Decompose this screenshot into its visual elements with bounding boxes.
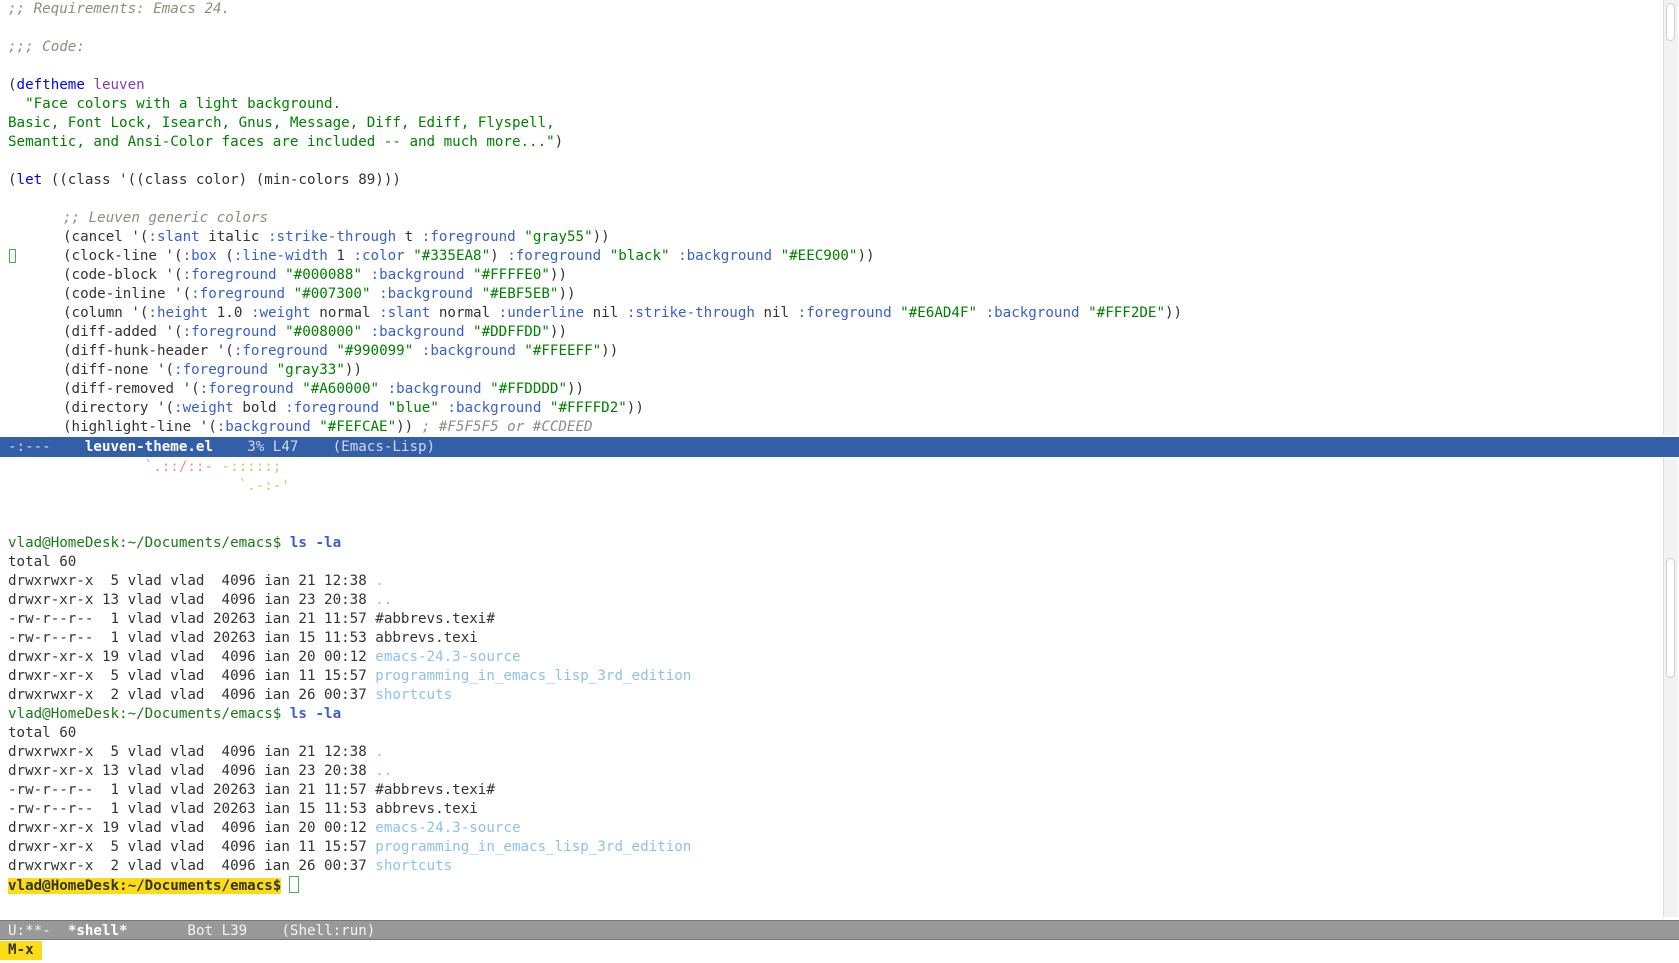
- file-name[interactable]: abbrevs.texi: [375, 630, 478, 646]
- listing-row: -rw-r--r-- 1 vlad vlad 20263 ian 21 11:5…: [8, 782, 495, 798]
- editor-scroll-thumb[interactable]: [1666, 3, 1675, 41]
- code-line: (diff-none '(:foreground "gray33")): [63, 362, 362, 378]
- editor-mode-line: -:--- leuven-theme.el 3% L47 (Emacs-Lisp…: [0, 437, 1679, 457]
- code-line: (directory '(:weight bold :foreground "b…: [63, 400, 644, 416]
- listing-row: drwxrwxr-x 2 vlad vlad 4096 ian 26 00:37…: [8, 858, 453, 874]
- file-name[interactable]: abbrevs.texi: [375, 801, 478, 817]
- code-line: (cancel '(:slant italic :strike-through …: [63, 229, 610, 245]
- directory-name[interactable]: ..: [375, 592, 392, 608]
- code-line: (code-block '(:foreground "#000088" :bac…: [63, 267, 568, 283]
- listing-row: -rw-r--r-- 1 vlad vlad 20263 ian 21 11:5…: [8, 611, 495, 627]
- ascii-art-line: `.::/::- -:::::;: [144, 459, 282, 475]
- shell-prompt-line[interactable]: vlad@HomeDesk:~/Documents/emacs$: [0, 876, 1663, 895]
- comment-line: ;; Leuven generic colors: [63, 210, 268, 226]
- command-output: vlad@HomeDesk:~/Documents/emacs$ ls -la t…: [0, 534, 1663, 705]
- listing-row: drwxrwxr-x 5 vlad vlad 4096 ian 21 12:38…: [8, 744, 384, 760]
- directory-name[interactable]: .: [375, 744, 384, 760]
- docstring-line: Semantic, and Ansi-Color faces are inclu…: [8, 134, 564, 150]
- shell-mode-line: U:**- *shell* Bot L39 (Shell:run): [0, 920, 1679, 940]
- buffer-position: 3% L47: [247, 439, 299, 455]
- directory-name[interactable]: shortcuts: [375, 687, 452, 703]
- listing-total: total 60: [8, 554, 77, 570]
- buffer-position: Bot L39: [187, 923, 248, 939]
- docstring-line: Basic, Font Lock, Isearch, Gnus, Message…: [8, 115, 555, 131]
- listing-row: drwxr-xr-x 13 vlad vlad 4096 ian 23 20:3…: [8, 592, 393, 608]
- file-name[interactable]: #abbrevs.texi#: [375, 782, 495, 798]
- listing-row: drwxrwxr-x 2 vlad vlad 4096 ian 26 00:37…: [8, 687, 453, 703]
- buffer-name[interactable]: *shell*: [68, 923, 128, 939]
- ascii-art-line: `.-:-': [238, 478, 290, 494]
- face-definitions: (cancel '(:slant italic :strike-through …: [0, 228, 1663, 435]
- code-line: (code-inline '(:foreground "#007300" :ba…: [63, 286, 576, 302]
- listing-row: drwxr-xr-x 5 vlad vlad 4096 ian 11 15:57…: [8, 668, 692, 684]
- listing-row: drwxr-xr-x 5 vlad vlad 4096 ian 11 15:57…: [8, 839, 692, 855]
- editor-scrollbar[interactable]: [1663, 0, 1678, 435]
- shell-command-line: vlad@HomeDesk:~/Documents/emacs$ ls -la: [8, 706, 342, 722]
- listing-row: drwxr-xr-x 13 vlad vlad 4096 ian 23 20:3…: [8, 763, 393, 779]
- directory-name[interactable]: programming_in_emacs_lisp_3rd_edition: [375, 668, 691, 684]
- shell-scrollbar[interactable]: [1663, 458, 1678, 917]
- directory-name[interactable]: ..: [375, 763, 392, 779]
- shell-command-line: vlad@HomeDesk:~/Documents/emacs$ ls -la: [8, 535, 342, 551]
- code-line: (column '(:height 1.0 :weight normal :sl…: [63, 305, 1183, 321]
- listing-row: drwxr-xr-x 19 vlad vlad 4096 ian 20 00:1…: [8, 820, 521, 836]
- docstring-line: "Face colors with a light background.: [8, 96, 342, 112]
- buffer-state: -:---: [8, 439, 51, 455]
- directory-name[interactable]: emacs-24.3-source: [375, 820, 520, 836]
- code-line: (diff-removed '(:foreground "#A60000" :b…: [63, 381, 585, 397]
- listing-row: drwxr-xr-x 19 vlad vlad 4096 ian 20 00:1…: [8, 649, 521, 665]
- shell-window[interactable]: `.::/::- -:::::; `.-:-' vlad@HomeDesk:~/…: [0, 458, 1663, 917]
- comment-line: ;;; Code:: [8, 39, 85, 55]
- major-mode[interactable]: (Shell:run): [281, 923, 375, 939]
- code-line: (highlight-line '(:background "#FEFCAE")…: [63, 419, 593, 435]
- minibuffer[interactable]: M-x: [0, 941, 1679, 961]
- comment-line: ;; Requirements: Emacs 24.: [8, 1, 231, 17]
- listing-total: total 60: [8, 725, 77, 741]
- deftheme-line: (deftheme leuven: [8, 77, 145, 93]
- listing-row: -rw-r--r-- 1 vlad vlad 20263 ian 15 11:5…: [8, 630, 478, 646]
- editor-window[interactable]: ;; Requirements: Emacs 24. ;;; Code: (de…: [0, 0, 1663, 435]
- code-line: (diff-added '(:foreground "#008000" :bac…: [63, 324, 568, 340]
- command-output: vlad@HomeDesk:~/Documents/emacs$ ls -la t…: [0, 705, 1663, 876]
- shell-scroll-thumb[interactable]: [1666, 558, 1675, 678]
- buffer-state: U:**-: [8, 923, 51, 939]
- directory-name[interactable]: .: [375, 573, 384, 589]
- fringe-marker: [9, 249, 16, 263]
- file-name[interactable]: #abbrevs.texi#: [375, 611, 495, 627]
- shell-prompt: vlad@HomeDesk:~/Documents/emacs$: [8, 878, 282, 894]
- listing-row: -rw-r--r-- 1 vlad vlad 20263 ian 15 11:5…: [8, 801, 478, 817]
- major-mode[interactable]: (Emacs-Lisp): [333, 439, 436, 455]
- code-line: (diff-hunk-header '(:foreground "#990099…: [63, 343, 619, 359]
- let-line: (let ((class '((class color) (min-colors…: [8, 172, 401, 188]
- code-line: (clock-line '(:box (:line-width 1 :color…: [0, 247, 1663, 266]
- directory-name[interactable]: emacs-24.3-source: [375, 649, 520, 665]
- directory-name[interactable]: programming_in_emacs_lisp_3rd_edition: [375, 839, 691, 855]
- buffer-name[interactable]: leuven-theme.el: [85, 439, 213, 455]
- directory-name[interactable]: shortcuts: [375, 858, 452, 874]
- text-cursor: [289, 876, 300, 893]
- minibuffer-prompt: M-x: [0, 941, 42, 960]
- listing-row: drwxrwxr-x 5 vlad vlad 4096 ian 21 12:38…: [8, 573, 384, 589]
